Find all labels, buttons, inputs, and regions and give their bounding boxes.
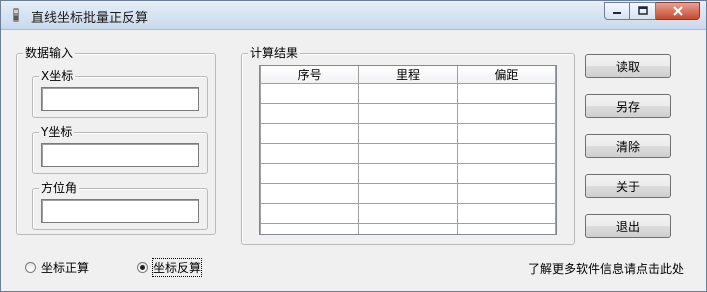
- maximize-button[interactable]: [630, 2, 656, 20]
- main-window: 直线坐标批量正反算 数据输入 X坐标 Y坐标 方位角 计算结果 序号 里程 偏距…: [0, 0, 707, 292]
- inverse-calc-label[interactable]: 坐标反算: [151, 258, 203, 277]
- x-coordinate-label: X坐标: [39, 69, 76, 83]
- inverse-calc-radio[interactable]: [137, 262, 148, 273]
- x-coordinate-group: X坐标: [32, 69, 208, 118]
- table-row[interactable]: [260, 83, 556, 104]
- data-input-group: 数据输入 X坐标 Y坐标 方位角: [16, 46, 216, 235]
- table-row[interactable]: [260, 123, 556, 144]
- column-header-index[interactable]: 序号: [260, 66, 360, 84]
- maximize-icon: [637, 6, 648, 15]
- column-header-offset[interactable]: 偏距: [456, 66, 556, 84]
- azimuth-label: 方位角: [39, 181, 80, 195]
- y-coordinate-group: Y坐标: [32, 125, 208, 174]
- forward-calc-radio[interactable]: [25, 262, 36, 273]
- window-controls: [604, 2, 700, 21]
- results-legend: 计算结果: [248, 46, 301, 60]
- title-bar[interactable]: 直线坐标批量正反算: [1, 1, 706, 30]
- window-title: 直线坐标批量正反算: [31, 11, 149, 26]
- minimize-icon: [613, 12, 621, 14]
- more-info-link[interactable]: 了解更多软件信息请点击此处: [528, 260, 684, 277]
- exit-button[interactable]: 退出: [585, 214, 671, 238]
- app-icon: [13, 8, 19, 22]
- y-coordinate-label: Y坐标: [39, 125, 75, 139]
- minimize-button[interactable]: [604, 2, 630, 20]
- data-input-legend: 数据输入: [23, 46, 76, 60]
- about-button[interactable]: 关于: [585, 174, 671, 198]
- table-row[interactable]: [260, 143, 556, 164]
- column-header-mileage[interactable]: 里程: [358, 66, 458, 84]
- table-row[interactable]: [260, 103, 556, 124]
- azimuth-input[interactable]: [41, 199, 199, 223]
- read-button[interactable]: 读取: [585, 54, 671, 78]
- close-button[interactable]: [656, 2, 700, 20]
- forward-calc-label[interactable]: 坐标正算: [41, 259, 89, 276]
- azimuth-group: 方位角: [32, 181, 208, 230]
- table-row[interactable]: [260, 183, 556, 204]
- table-row[interactable]: [260, 163, 556, 184]
- results-table[interactable]: 序号 里程 偏距: [259, 65, 557, 235]
- forward-calc-option[interactable]: 坐标正算: [25, 259, 89, 276]
- save-as-button[interactable]: 另存: [585, 94, 671, 118]
- table-row[interactable]: [260, 203, 556, 224]
- table-header-row: 序号 里程 偏距: [260, 66, 556, 84]
- y-coordinate-input[interactable]: [41, 143, 199, 167]
- x-coordinate-input[interactable]: [41, 87, 199, 111]
- inverse-calc-option[interactable]: 坐标反算: [137, 258, 203, 277]
- close-icon: [672, 6, 683, 16]
- clear-button[interactable]: 清除: [585, 134, 671, 158]
- table-row[interactable]: [260, 223, 556, 234]
